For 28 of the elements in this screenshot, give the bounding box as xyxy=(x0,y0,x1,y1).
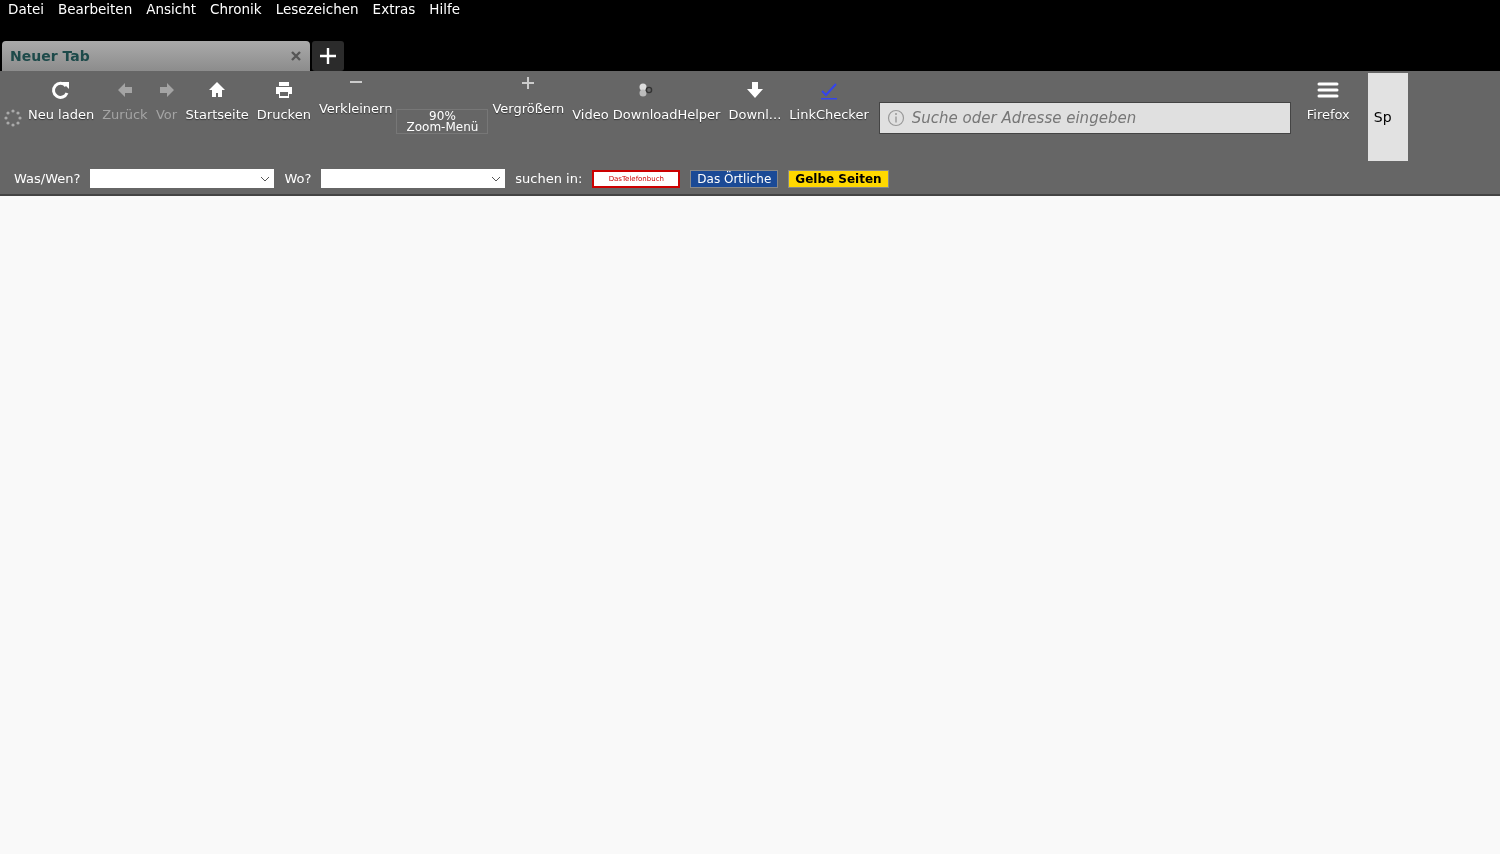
side-panel[interactable]: Sp xyxy=(1367,73,1408,161)
menu-item[interactable]: Bearbeiten xyxy=(58,1,133,31)
menu-item[interactable]: Chronik xyxy=(210,1,262,31)
search-service-button[interactable]: Gelbe Seiten xyxy=(788,169,889,188)
field-label: suchen in: xyxy=(515,171,583,186)
menu-button[interactable]: Firefox xyxy=(1302,71,1354,122)
menu-item[interactable]: Hilfe xyxy=(429,1,460,31)
close-icon[interactable] xyxy=(290,50,302,62)
video-button[interactable]: Video DownloadHelper xyxy=(568,71,725,122)
loading-icon xyxy=(4,109,22,127)
home-button[interactable]: Startseite xyxy=(181,71,253,122)
menu-item[interactable]: Extras xyxy=(372,1,416,31)
reload-button[interactable]: Neu laden xyxy=(24,71,99,122)
zoom-out-button[interactable]: Verkleinern xyxy=(314,71,397,116)
field-label: Wo? xyxy=(284,171,312,186)
check-button[interactable]: LinkChecker xyxy=(785,71,873,122)
menu-item[interactable]: Lesezeichen xyxy=(275,1,359,31)
download-button[interactable]: Downl... xyxy=(724,71,786,122)
field-label: Was/Wen? xyxy=(14,171,81,186)
zoom-reset-button[interactable]: 90% Zoom-Menü xyxy=(396,109,489,134)
menu-item[interactable]: Ansicht xyxy=(146,1,197,31)
browser-tab[interactable]: Neuer Tab xyxy=(2,41,310,71)
menu-item[interactable]: Datei xyxy=(8,1,45,31)
print-button[interactable]: Drucken xyxy=(252,71,315,122)
zoom-in-button[interactable]: Vergrößern xyxy=(488,71,569,116)
search-service-button[interactable]: Das Örtliche xyxy=(690,169,779,188)
address-field[interactable]: Suche oder Adresse eingeben xyxy=(878,102,1291,134)
new-tab-icon[interactable] xyxy=(312,41,344,71)
